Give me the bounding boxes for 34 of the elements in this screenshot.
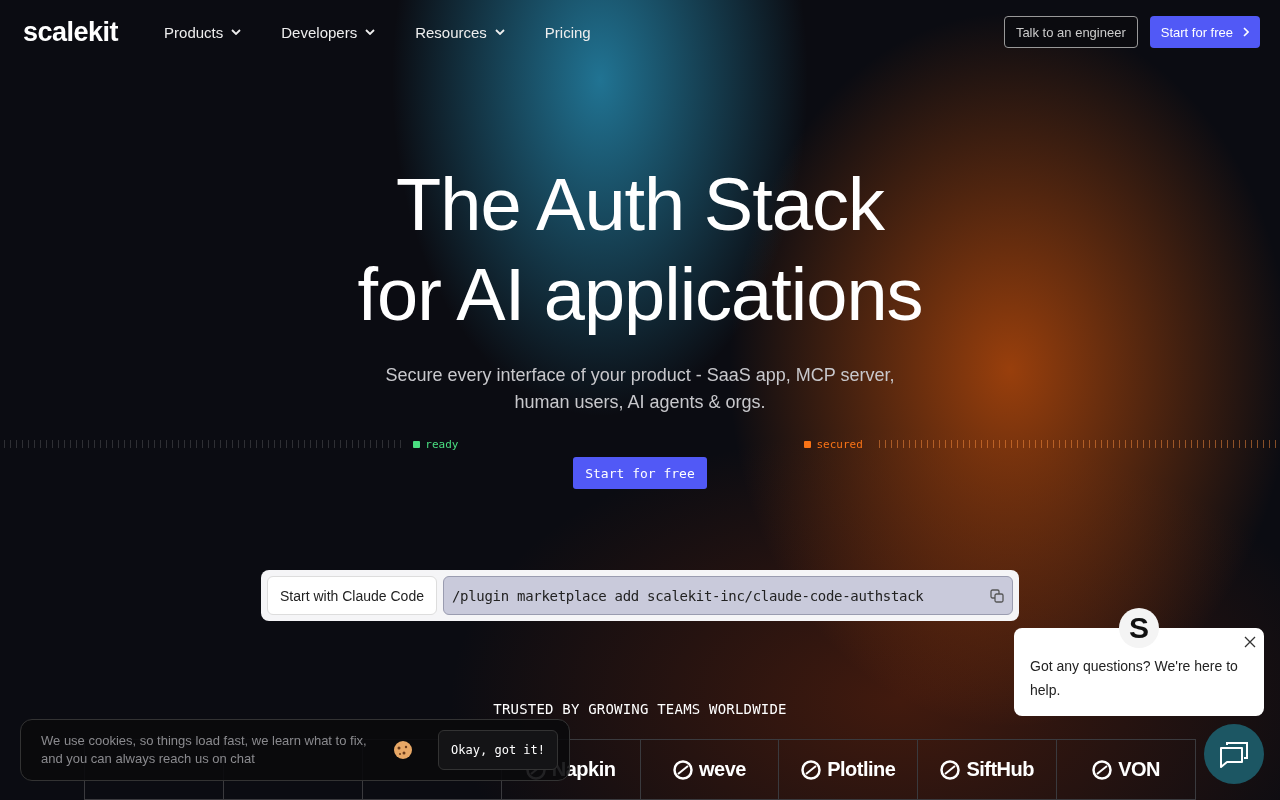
command-field[interactable]: /plugin marketplace add scalekit-inc/claude-code-authstack bbox=[442, 576, 1013, 615]
nav-menu-item[interactable]: Pricing bbox=[544, 23, 591, 41]
company-logo: Plotline bbox=[827, 758, 896, 781]
logo-mark-icon bbox=[940, 759, 961, 780]
start-button[interactable]: Start for free bbox=[573, 457, 707, 489]
accept-button[interactable]: Okay, got it! bbox=[438, 730, 558, 770]
chat-button[interactable] bbox=[1204, 724, 1264, 784]
copy-icon[interactable] bbox=[990, 588, 1004, 603]
logo-mark-icon bbox=[801, 759, 822, 780]
chevron-right-icon bbox=[1243, 27, 1249, 37]
contact-button[interactable]: Talk to an engineer bbox=[1003, 16, 1138, 48]
chat-icon bbox=[1219, 740, 1249, 768]
logo[interactable]: scalekit bbox=[23, 16, 119, 48]
chat-avatar: S bbox=[1119, 608, 1159, 648]
chat-message: Got any questions? We're here to help. bbox=[1030, 657, 1239, 700]
company-logo: weve bbox=[698, 758, 746, 781]
company-logo: SiftHub bbox=[966, 758, 1034, 781]
close-button[interactable] bbox=[1244, 636, 1256, 648]
cookie-notice: We use cookies, so things load fast, we learn what to fix, and you can always reach us on chat bbox=[41, 732, 368, 768]
hero-subtitle: Secure every interface of your product - SaaS app, MCP server, human users, AI agents & orgs. bbox=[384, 364, 896, 414]
close-icon bbox=[1244, 636, 1256, 648]
hero-title: The Auth Stack for AI applications bbox=[357, 162, 923, 338]
logo-mark-icon bbox=[672, 759, 693, 780]
nav-menu-item[interactable]: Products bbox=[164, 23, 242, 41]
company-logo: VON bbox=[1118, 758, 1160, 781]
cookie-icon bbox=[393, 740, 413, 760]
logo-mark-icon bbox=[1092, 759, 1113, 780]
nav-menu-item[interactable]: Resources bbox=[415, 23, 505, 41]
status-label: secured bbox=[816, 437, 863, 451]
start-button[interactable]: Start for free bbox=[1149, 16, 1260, 48]
section-heading: TRUSTED BY GROWING TEAMS WORLDWIDE bbox=[493, 701, 787, 717]
claude-code-tab[interactable]: Start with Claude Code bbox=[267, 576, 437, 615]
status-label: ready bbox=[425, 437, 459, 451]
nav-menu-item[interactable]: Developers bbox=[281, 23, 376, 41]
